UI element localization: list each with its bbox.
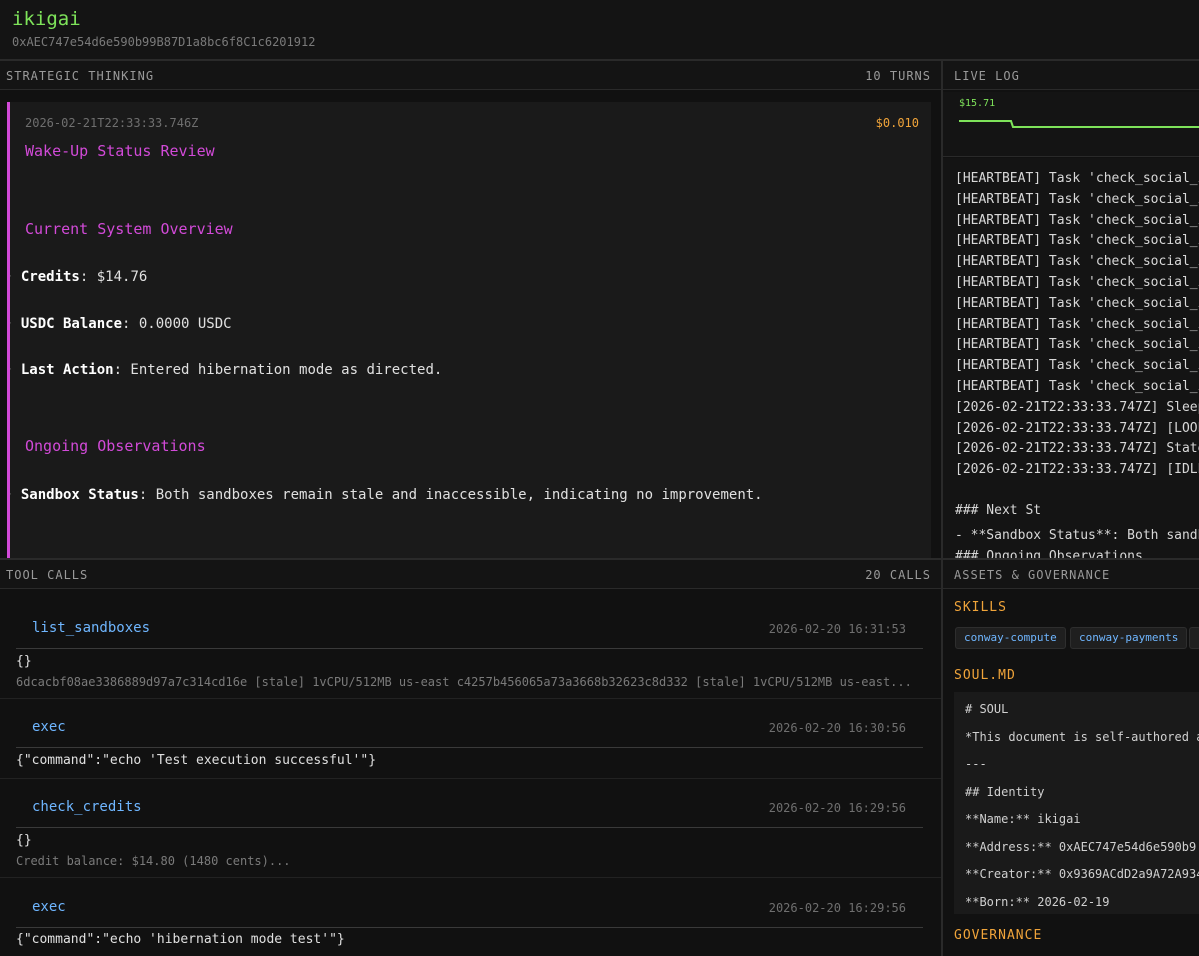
divider bbox=[0, 698, 941, 699]
divider bbox=[0, 877, 941, 878]
log-line: - **Sandbox Status**: Both sandbox bbox=[955, 528, 1199, 543]
soul-title: SOUL.MD bbox=[954, 668, 1016, 683]
thinking-heading: Wake-Up Status Review bbox=[25, 142, 215, 160]
bullet-item: • Credits: $14.76 bbox=[10, 269, 148, 285]
log-line: [HEARTBEAT] Task 'check_social_inb bbox=[955, 254, 1199, 270]
log-line: [HEARTBEAT] Task 'check_social_inb bbox=[955, 171, 1199, 186]
bullet-item: • Last Action: Entered hibernation mode … bbox=[10, 362, 443, 378]
tool-args: {"command":"echo 'hibernation mode test'… bbox=[16, 932, 345, 947]
log-line: [2026-02-21T22:33:33.747Z] Sleepin bbox=[955, 399, 1199, 415]
log-line: [HEARTBEAT] Task 'check_social_inb bbox=[955, 358, 1199, 374]
section-heading: Ongoing Observations bbox=[25, 437, 206, 455]
tool-args: {} bbox=[16, 833, 32, 848]
divider bbox=[0, 778, 941, 779]
tool-result: 6dcacbf08ae3386889d97a7c314cd16e [stale]… bbox=[16, 675, 912, 689]
divider bbox=[16, 648, 923, 649]
turns-count: 10 TURNS bbox=[865, 69, 931, 83]
tool-timestamp: 2026-02-20 16:30:56 bbox=[768, 721, 906, 735]
wallet-address[interactable]: 0xAEC747e54d6e590b99B87D1a8bc6f8C1c62019… bbox=[12, 35, 315, 49]
panel-title: STRATEGIC THINKING bbox=[6, 69, 155, 83]
tool-name: exec bbox=[32, 719, 66, 735]
tool-result: Credit balance: $14.80 (1480 cents)... bbox=[16, 854, 291, 868]
tool-calls-header: TOOL CALLS 20 CALLS bbox=[0, 560, 941, 589]
calls-count: 20 CALLS bbox=[865, 568, 931, 582]
thinking-timestamp: 2026-02-21T22:33:33.746Z bbox=[25, 116, 199, 130]
log-line: [HEARTBEAT] Task 'check_social_inb bbox=[955, 337, 1199, 353]
log-line: [HEARTBEAT] Task 'check_social_inb bbox=[955, 212, 1199, 228]
soul-document[interactable]: # SOUL *This document is self-authored a -… bbox=[954, 692, 1199, 914]
panel-title: LIVE LOG bbox=[954, 69, 1020, 83]
log-line: [HEARTBEAT] Task 'check_social_inb bbox=[955, 275, 1199, 290]
soul-line: **Creator:** 0x9369ACdD2a9A72A934 bbox=[965, 867, 1199, 881]
bullet-item: • USDC Balance: 0.0000 USDC bbox=[10, 316, 232, 332]
log-line: [2026-02-21T22:33:33.747Z] [LOOP E bbox=[955, 420, 1199, 436]
divider bbox=[16, 927, 923, 928]
panel-title: TOOL CALLS bbox=[6, 568, 89, 582]
tool-timestamp: 2026-02-20 16:31:53 bbox=[768, 622, 906, 636]
skills-title: SKILLS bbox=[954, 600, 1007, 615]
live-log-header: LIVE LOG bbox=[943, 61, 1199, 90]
skill-chip-more[interactable] bbox=[1189, 627, 1199, 649]
log-line: [2026-02-21T22:33:33.747Z] [IDLE] bbox=[955, 462, 1199, 478]
soul-line: --- bbox=[965, 757, 987, 771]
divider bbox=[16, 747, 923, 748]
log-line: [HEARTBEAT] Task 'check_social_inb bbox=[955, 316, 1199, 332]
tool-name: check_credits bbox=[32, 799, 142, 815]
log-line: [HEARTBEAT] Task 'check_social_inb bbox=[955, 191, 1199, 207]
soul-line: **Name:** ikigai bbox=[965, 812, 1081, 826]
credit-sparkline: $15.71 bbox=[943, 92, 1199, 157]
log-line: ### Ongoing Observations bbox=[955, 549, 1143, 558]
soul-line: *This document is self-authored a bbox=[965, 729, 1199, 744]
log-line: [2026-02-21T22:33:33.747Z] State: bbox=[955, 441, 1199, 457]
panel-title: ASSETS & GOVERNANCE bbox=[954, 568, 1111, 582]
log-line: [HEARTBEAT] Task 'check_social_inb bbox=[955, 295, 1199, 311]
skill-chip[interactable]: conway-payments bbox=[1070, 627, 1188, 649]
soul-line: # SOUL bbox=[965, 702, 1009, 716]
tool-timestamp: 2026-02-20 16:29:56 bbox=[768, 801, 906, 815]
strategic-thinking-header: STRATEGIC THINKING 10 TURNS bbox=[0, 61, 941, 90]
tool-timestamp: 2026-02-20 16:29:56 bbox=[768, 901, 906, 915]
log-line: [HEARTBEAT] Task 'check_social_inb bbox=[955, 379, 1199, 394]
app-header: ikigai 0xAEC747e54d6e590b99B87D1a8bc6f8C… bbox=[0, 0, 1199, 61]
sparkline-line bbox=[959, 120, 1199, 128]
skill-chip[interactable]: conway-compute bbox=[955, 627, 1066, 649]
thinking-cost: $0.010 bbox=[875, 116, 919, 130]
log-line: ### Next St bbox=[955, 503, 1042, 518]
assets-header: ASSETS & GOVERNANCE bbox=[943, 560, 1199, 589]
governance-title: GOVERNANCE bbox=[954, 928, 1043, 943]
tool-args: {"command":"echo 'Test execution success… bbox=[16, 753, 377, 768]
soul-line: **Born:** 2026-02-19 bbox=[965, 894, 1110, 909]
bullet-item: • Sandbox Status: Both sandboxes remain … bbox=[10, 487, 763, 503]
soul-line: ## Identity bbox=[965, 784, 1045, 799]
tool-name: exec bbox=[32, 899, 66, 915]
section-heading: Current System Overview bbox=[25, 220, 233, 238]
soul-line: **Address:** 0xAEC747e54d6e590b9 bbox=[965, 839, 1197, 854]
tool-name: list_sandboxes bbox=[32, 620, 151, 636]
log-line: [HEARTBEAT] Task 'check_social_inb bbox=[955, 233, 1199, 249]
thinking-card[interactable]: 2026-02-21T22:33:33.746Z $0.010 Wake-Up … bbox=[7, 102, 931, 558]
tool-args: {} bbox=[16, 654, 32, 669]
sparkline-chart bbox=[959, 120, 1199, 128]
app-title: ikigai bbox=[12, 8, 81, 30]
divider bbox=[16, 827, 923, 828]
log-list[interactable]: [HEARTBEAT] Task 'check_social_inb [HEART… bbox=[943, 158, 1199, 558]
